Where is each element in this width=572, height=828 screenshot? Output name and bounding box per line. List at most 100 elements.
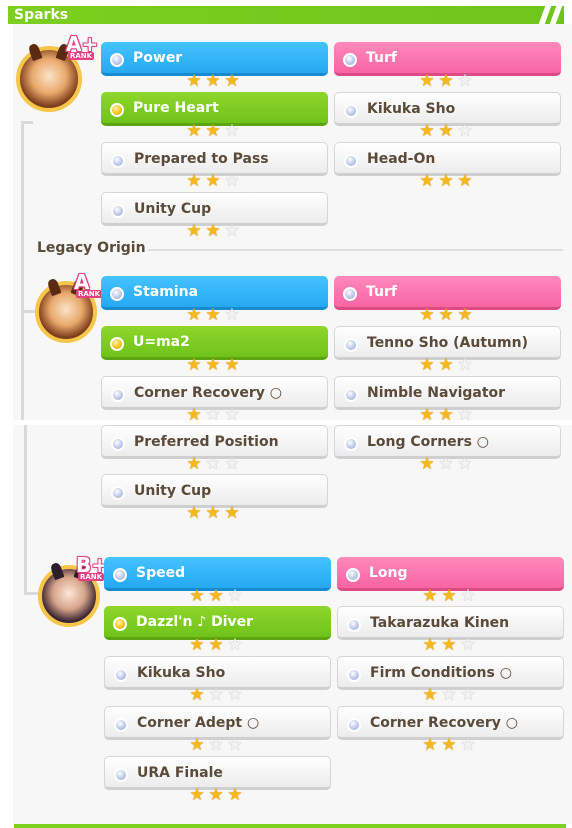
filled-star-icon: ★: [186, 171, 203, 191]
filled-star-icon: ★: [186, 305, 203, 325]
empty-star-icon: ★: [224, 454, 241, 474]
star-rating: ★ ★ ★: [421, 686, 481, 704]
filled-star-icon: ★: [419, 355, 436, 375]
blue-orb-icon: [114, 668, 128, 682]
empty-star-icon: ★: [457, 71, 474, 91]
filled-star-icon: ★: [457, 305, 474, 325]
spark-label: Unity Cup: [134, 483, 212, 499]
filled-star-icon: ★: [441, 635, 458, 655]
star-rating: ★ ★ ★: [185, 406, 245, 424]
tree-branch-1: [21, 121, 33, 124]
filled-star-icon: ★: [224, 503, 241, 523]
filled-star-icon: ★: [419, 454, 436, 474]
filled-star-icon: ★: [208, 785, 225, 805]
empty-star-icon: ★: [224, 305, 241, 325]
blue-orb-icon: [344, 104, 358, 118]
star-rating: ★ ★ ★: [418, 455, 478, 473]
empty-star-icon: ★: [224, 221, 241, 241]
star-rating: ★ ★ ★: [188, 736, 248, 754]
empty-star-icon: ★: [224, 121, 241, 141]
filled-star-icon: ★: [438, 405, 455, 425]
star-rating: ★ ★ ★: [185, 122, 245, 140]
filled-star-icon: ★: [208, 635, 225, 655]
blue-orb-icon: [347, 718, 361, 732]
filled-star-icon: ★: [422, 735, 439, 755]
filled-star-icon: ★: [189, 735, 206, 755]
empty-star-icon: ★: [460, 735, 477, 755]
filled-star-icon: ★: [224, 355, 241, 375]
star-rating: ★ ★ ★: [421, 736, 481, 754]
blue-orb-icon: [111, 154, 125, 168]
spark-label: Corner Recovery ○: [134, 385, 282, 401]
star-rating: ★ ★ ★: [185, 504, 245, 522]
empty-star-icon: ★: [457, 121, 474, 141]
spark-label: Long Corners ○: [367, 434, 489, 450]
star-rating: ★ ★ ★: [185, 172, 245, 190]
filled-star-icon: ★: [419, 171, 436, 191]
empty-star-icon: ★: [227, 685, 244, 705]
tree-line-1: [21, 121, 24, 420]
filled-star-icon: ★: [422, 685, 439, 705]
filled-star-icon: ★: [457, 171, 474, 191]
filled-star-icon: ★: [438, 305, 455, 325]
star-rating: ★ ★ ★: [418, 406, 478, 424]
filled-star-icon: ★: [186, 71, 203, 91]
blue-orb-icon: [344, 154, 358, 168]
star-rating: ★ ★ ★: [185, 306, 245, 324]
spark-label: U=ma2: [133, 334, 190, 350]
filled-star-icon: ★: [189, 685, 206, 705]
star-rating: ★ ★ ★: [421, 636, 481, 654]
filled-star-icon: ★: [419, 71, 436, 91]
star-rating: ★ ★ ★: [418, 172, 478, 190]
blue-orb-icon: [346, 568, 360, 582]
empty-star-icon: ★: [460, 586, 477, 606]
blue-orb-icon: [347, 618, 361, 632]
star-rating: ★ ★ ★: [188, 786, 248, 804]
star-rating: ★ ★ ★: [418, 356, 478, 374]
rank-badge-2: A RANK: [74, 270, 103, 298]
empty-star-icon: ★: [441, 685, 458, 705]
filled-star-icon: ★: [189, 586, 206, 606]
spark-label: Kikuka Sho: [137, 665, 226, 681]
sparks-title: Sparks: [14, 7, 69, 23]
legacy-origin-title: Legacy Origin: [37, 240, 146, 256]
tree-branch-3: [24, 592, 38, 595]
empty-star-icon: ★: [227, 635, 244, 655]
spark-label: Corner Recovery ○: [370, 715, 518, 731]
empty-star-icon: ★: [208, 735, 225, 755]
filled-star-icon: ★: [419, 405, 436, 425]
spark-label: Corner Adept ○: [137, 715, 260, 731]
spark-label: Pure Heart: [133, 100, 219, 116]
star-rating: ★ ★ ★: [185, 72, 245, 90]
spark-label: Prepared to Pass: [134, 151, 269, 167]
spark-label: URA Finale: [137, 765, 223, 781]
filled-star-icon: ★: [205, 305, 222, 325]
filled-star-icon: ★: [419, 121, 436, 141]
empty-star-icon: ★: [224, 405, 241, 425]
blue-orb-icon: [344, 388, 358, 402]
filled-star-icon: ★: [438, 121, 455, 141]
legacy-origin-divider: [148, 249, 563, 251]
filled-star-icon: ★: [422, 635, 439, 655]
star-rating: ★ ★ ★: [185, 455, 245, 473]
filled-star-icon: ★: [438, 171, 455, 191]
filled-star-icon: ★: [186, 454, 203, 474]
filled-star-icon: ★: [186, 355, 203, 375]
spark-label: Takarazuka Kinen: [370, 615, 510, 631]
sparks-header: Sparks: [8, 6, 564, 24]
star-rating: ★ ★ ★: [188, 686, 248, 704]
filled-star-icon: ★: [419, 305, 436, 325]
blue-orb-icon: [110, 287, 124, 301]
blue-orb-icon: [347, 668, 361, 682]
filled-star-icon: ★: [205, 355, 222, 375]
empty-star-icon: ★: [205, 405, 222, 425]
empty-star-icon: ★: [457, 454, 474, 474]
blue-orb-icon: [110, 53, 124, 67]
filled-star-icon: ★: [186, 503, 203, 523]
empty-star-icon: ★: [205, 454, 222, 474]
filled-star-icon: ★: [186, 405, 203, 425]
blue-orb-icon: [344, 338, 358, 352]
rank-badge-1: A+ RANK: [66, 32, 99, 60]
empty-star-icon: ★: [224, 171, 241, 191]
spark-label: Dazzl'n ♪ Diver: [136, 614, 254, 630]
